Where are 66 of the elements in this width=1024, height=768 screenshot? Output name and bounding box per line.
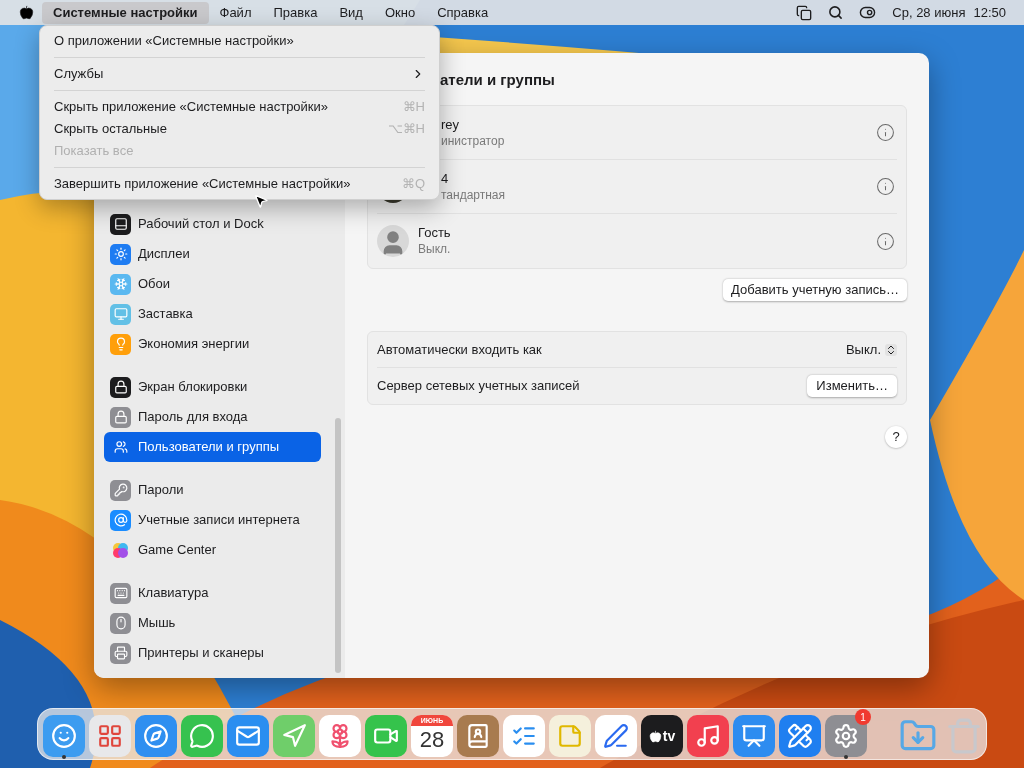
scroll-bar[interactable] <box>335 418 341 673</box>
menu-bar-item[interactable]: Справка <box>426 1 500 24</box>
monitor-icon <box>110 303 131 325</box>
screen-mirroring-icon[interactable] <box>796 4 813 21</box>
sidebar-item[interactable]: Game Center <box>104 535 321 565</box>
user-role: инистратор <box>441 132 506 150</box>
pointer-icon <box>253 193 269 209</box>
info-icon[interactable] <box>876 231 895 251</box>
menu-bar-item[interactable]: Системные настройки <box>42 1 209 24</box>
sun-icon <box>110 243 131 265</box>
menu-item[interactable]: Скрыть приложение «Системные настройки» ⌘H <box>45 96 434 118</box>
menu-bar-date[interactable]: Ср, 28 июня <box>892 2 966 23</box>
lock-icon <box>110 376 131 398</box>
shortcut-label: ⌥⌘H <box>387 120 425 139</box>
sidebar-item[interactable]: Принтеры и сканеры <box>104 638 321 668</box>
sidebar-item[interactable]: Пароли <box>104 475 321 505</box>
menu-bar-item[interactable]: Правка <box>262 1 329 24</box>
user-name: Гость <box>418 224 452 241</box>
sidebar-item[interactable]: Пароль для входа <box>104 402 321 432</box>
key-icon <box>110 479 131 501</box>
sidebar-item[interactable]: Экономия энергии <box>104 329 321 359</box>
sidebar-item[interactable]: Клавиатура <box>104 578 321 608</box>
menu-item[interactable]: Службы <box>45 63 434 85</box>
menu-bar-item[interactable]: Файл <box>208 1 263 24</box>
sidebar-item[interactable]: Рабочий стол и Dock <box>104 209 321 239</box>
sidebar-item[interactable]: Пользователи и группы <box>104 432 321 462</box>
mouse-icon <box>110 612 131 634</box>
popup-button[interactable]: Выкл. <box>845 339 897 360</box>
stepper-icon <box>885 343 897 356</box>
user-role: тандартная <box>441 186 507 204</box>
sidebar-item[interactable]: Учетные записи интернета <box>104 505 321 535</box>
control-center-icon[interactable] <box>859 4 877 21</box>
menu-item[interactable]: О приложении «Системные настройки» <box>45 30 434 52</box>
user-avatar <box>377 225 409 257</box>
lock-icon <box>110 406 131 428</box>
info-icon[interactable] <box>876 177 895 196</box>
window-title: атели и группы <box>440 70 555 89</box>
at-sign-icon <box>110 509 131 531</box>
sidebar-item[interactable]: Экран блокировки <box>104 372 321 402</box>
sidebar-item[interactable]: Мышь <box>104 608 321 638</box>
menu-bar-item[interactable]: Окно <box>373 1 427 24</box>
notification-badge: 1 <box>855 709 871 725</box>
dock-icon <box>110 213 131 235</box>
menu-item[interactable]: Скрыть остальные ⌥⌘H <box>45 118 434 140</box>
menu-bar-item[interactable]: Вид <box>328 1 374 24</box>
menu-item[interactable]: Завершить приложение «Системные настройки» ⌘Q <box>45 173 434 195</box>
shortcut-label: ⌘H <box>402 98 425 117</box>
add-account-button[interactable]: Добавить учетную запись… <box>723 279 907 301</box>
user-name: rey <box>441 115 461 133</box>
snowflake-icon <box>110 273 131 295</box>
search-icon[interactable] <box>828 5 844 20</box>
change-button[interactable]: Изменить… <box>807 375 897 397</box>
keyboard-icon <box>110 582 131 604</box>
shortcut-label: ⌘Q <box>401 175 425 194</box>
lightbulb-icon <box>110 333 131 355</box>
sidebar-item[interactable]: Дисплеи <box>104 239 321 269</box>
sidebar-item[interactable]: Обои <box>104 269 321 299</box>
user-name: 4 <box>441 169 450 187</box>
info-icon[interactable] <box>876 123 895 142</box>
setting-label: Автоматически входить как <box>377 340 542 359</box>
menu-bar-clock[interactable]: 12:50 <box>973 2 1006 23</box>
printer-icon <box>110 642 131 664</box>
setting-label: Сервер сетевых учетных записей <box>377 377 580 396</box>
sidebar-item[interactable]: Заставка <box>104 299 321 329</box>
help-button[interactable]: ? <box>885 426 907 448</box>
user-role: Выкл. <box>418 241 452 258</box>
